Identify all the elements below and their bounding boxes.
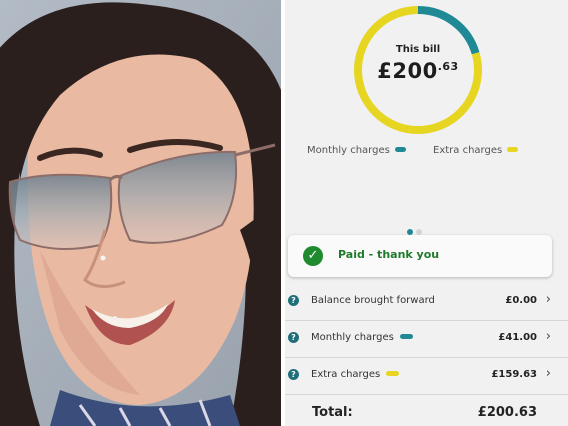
chevron-right-icon[interactable]: › bbox=[546, 366, 551, 381]
bill-row-extra[interactable]: ? Extra charges £159.63 › bbox=[285, 357, 568, 395]
bill-amount-pounds: £200 bbox=[377, 59, 438, 83]
bill-row-monthly[interactable]: ? Monthly charges £41.00 › bbox=[285, 320, 568, 358]
bill-row-label-text: Balance brought forward bbox=[311, 295, 435, 306]
bill-row-label-text: Extra charges bbox=[311, 369, 381, 380]
selfie-photo bbox=[0, 0, 281, 426]
bill-row-label: Balance brought forward bbox=[311, 295, 435, 306]
help-icon[interactable]: ? bbox=[288, 332, 299, 343]
legend-monthly-swatch bbox=[394, 147, 406, 152]
monthly-swatch bbox=[399, 334, 413, 339]
bill-row-value: £159.63 bbox=[491, 369, 537, 380]
bill-row-balance[interactable]: ? Balance brought forward £0.00 › bbox=[285, 283, 568, 321]
bill-row-value: £0.00 bbox=[505, 295, 537, 306]
chevron-right-icon[interactable]: › bbox=[546, 292, 551, 307]
bill-row-label: Monthly charges bbox=[311, 332, 413, 343]
check-circle-icon: ✓ bbox=[303, 246, 323, 266]
payment-status-text: Paid - thank you bbox=[338, 248, 440, 261]
total-value: £200.63 bbox=[477, 405, 537, 420]
bill-row-label: Extra charges bbox=[311, 369, 400, 380]
bill-amount: £200.63 bbox=[347, 59, 489, 83]
selfie-illustration bbox=[0, 0, 281, 426]
bill-row-value: £41.00 bbox=[498, 332, 537, 343]
bill-label: This bill bbox=[395, 44, 441, 55]
bill-screen: This bill £200.63 Monthly charges Extra … bbox=[285, 0, 568, 426]
bill-donut-chart: This bill £200.63 bbox=[347, 4, 489, 136]
legend-extra: Extra charges bbox=[433, 145, 519, 156]
chevron-right-icon[interactable]: › bbox=[546, 329, 551, 344]
legend-extra-swatch bbox=[507, 147, 519, 152]
payment-status-card: ✓ Paid - thank you bbox=[288, 235, 552, 277]
bill-row-label-text: Monthly charges bbox=[311, 332, 394, 343]
extra-swatch bbox=[386, 371, 400, 376]
legend-extra-label: Extra charges bbox=[433, 145, 503, 156]
help-icon[interactable]: ? bbox=[288, 369, 299, 380]
total-label: Total: bbox=[312, 405, 353, 420]
legend-monthly: Monthly charges bbox=[307, 145, 406, 156]
bill-amount-pence: .63 bbox=[437, 60, 459, 73]
help-icon[interactable]: ? bbox=[288, 295, 299, 306]
legend-monthly-label: Monthly charges bbox=[307, 145, 390, 156]
